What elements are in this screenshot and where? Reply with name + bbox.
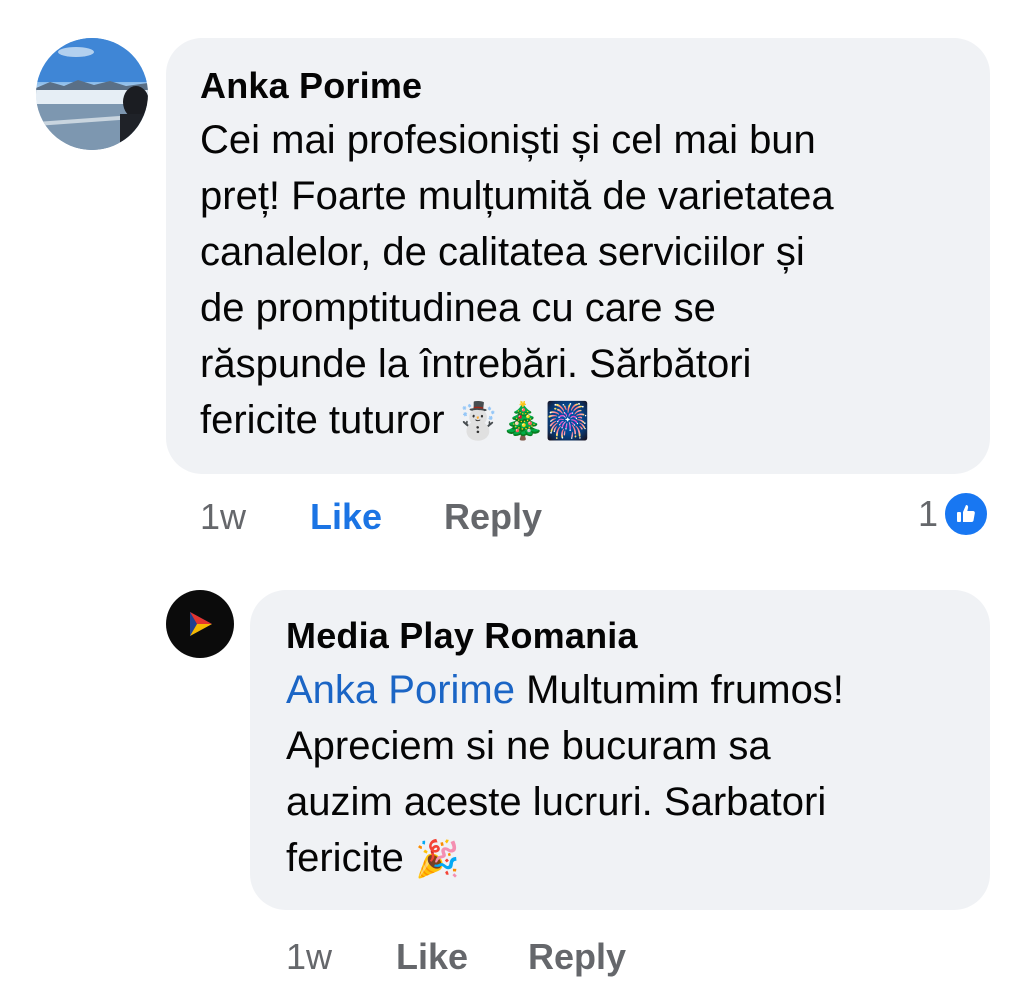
comment-timestamp[interactable]: 1w	[200, 496, 310, 538]
reply-button[interactable]: Reply	[444, 496, 542, 538]
comment-line: de promptitudinea cu care se	[200, 286, 716, 330]
reply-line: auzim aceste lucruri. Sarbatori	[286, 780, 827, 824]
comment-line: răspunde la întrebări. Sărbători	[200, 342, 752, 386]
reply-line: Multumim frumos!	[526, 668, 844, 712]
reply-author[interactable]: Media Play Romania	[286, 614, 960, 658]
reaction-count: 1	[917, 493, 938, 534]
party-popper-icon: 🎉	[414, 839, 460, 880]
reply-button[interactable]: Reply	[528, 936, 626, 978]
mountain-landscape-photo-icon	[36, 38, 148, 150]
comment-line-last: fericite tuturor ☃️🎄🎆	[200, 392, 960, 450]
reaction-summary[interactable]: 1	[918, 490, 990, 538]
avatar[interactable]	[166, 590, 234, 658]
reply-text: Anka Porime Multumim frumos! Apreciem si…	[286, 662, 960, 888]
comment-author[interactable]: Anka Porime	[200, 64, 960, 108]
comment-actions: 1w Like Reply	[200, 496, 542, 538]
comment-bubble: Anka Porime Cei mai profesioniști și cel…	[166, 38, 990, 474]
like-button[interactable]: Like	[396, 936, 528, 978]
like-thumb-icon	[942, 490, 990, 538]
reply-actions: 1w Like Reply	[286, 936, 626, 978]
reply-line: fericite	[286, 836, 404, 880]
snowman-icon: ☃️	[455, 401, 501, 442]
christmas-tree-icon: 🎄	[500, 401, 546, 442]
comment-line: fericite tuturor	[200, 398, 445, 442]
play-triangle-logo-icon	[190, 612, 212, 636]
reply-line: Apreciem si ne bucuram sa	[286, 724, 771, 768]
comment-line: Cei mai profesioniști și cel mai bun	[200, 118, 816, 162]
comment-thread: Anka Porime Cei mai profesioniști și cel…	[0, 0, 1024, 1008]
comment-text: Cei mai profesioniști și cel mai bun pre…	[200, 112, 960, 450]
reply-bubble: Media Play Romania Anka Porime Multumim …	[250, 590, 990, 910]
avatar[interactable]	[36, 38, 148, 150]
reply-line-last: fericite 🎉	[286, 830, 960, 888]
comment-line: preț! Foarte mulțumită de varietatea	[200, 174, 834, 218]
like-button[interactable]: Like	[310, 496, 444, 538]
reply-line-first: Anka Porime Multumim frumos!	[286, 662, 960, 718]
comment-line: canalelor, de calitatea serviciilor și	[200, 230, 805, 274]
reply-timestamp[interactable]: 1w	[286, 936, 396, 978]
mention-link[interactable]: Anka Porime	[286, 668, 515, 712]
fireworks-icon: 🎆	[545, 401, 591, 442]
